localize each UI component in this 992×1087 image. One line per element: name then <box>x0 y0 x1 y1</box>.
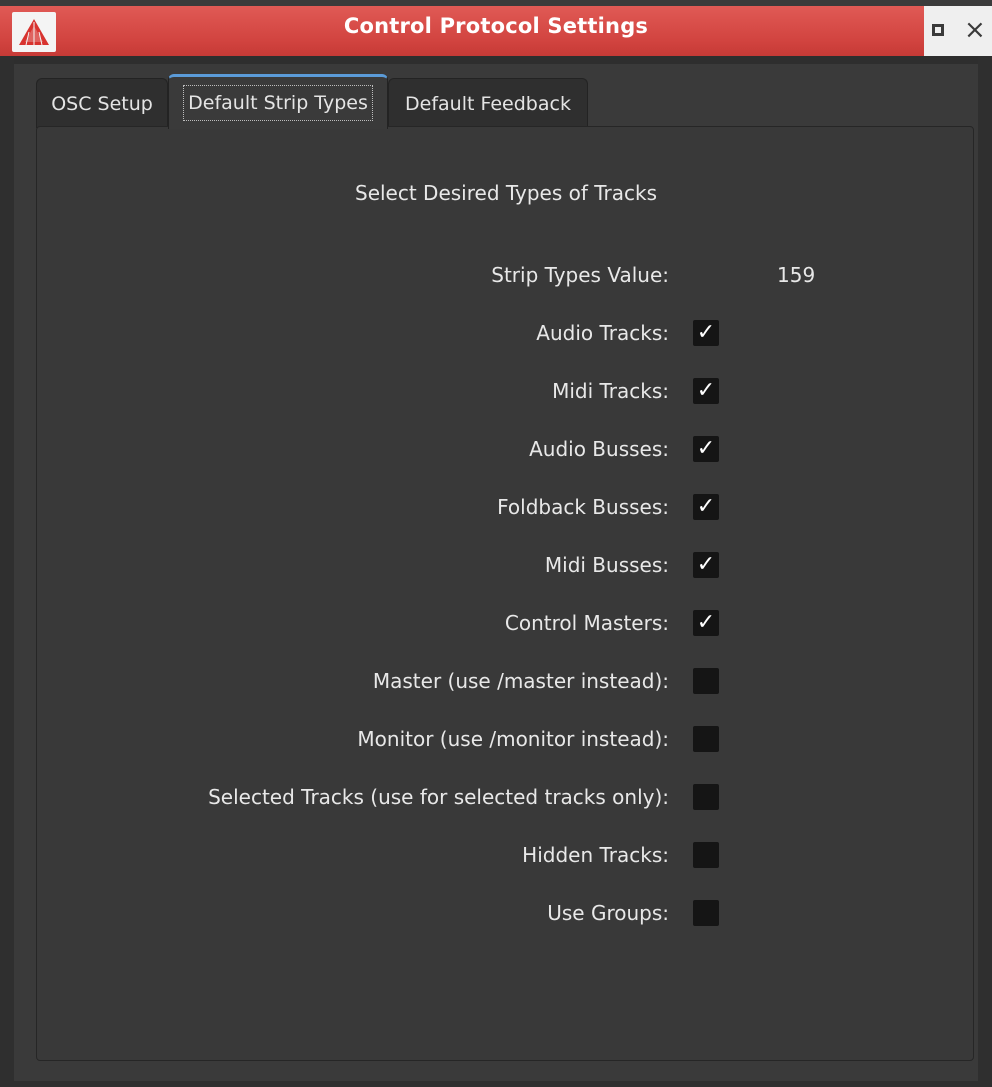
foldback-busses-checkbox[interactable]: ✓ <box>693 494 719 520</box>
close-icon[interactable]: × <box>964 16 986 44</box>
maximize-icon[interactable] <box>932 24 944 36</box>
control-masters-label: Control Masters: <box>504 611 669 635</box>
window-border-left <box>0 56 14 1087</box>
strip-types-value-label: Strip Types Value: <box>491 263 669 287</box>
midi-tracks-label: Midi Tracks: <box>552 379 669 403</box>
dialog-content: OSC Setup Default Feedback Select Desire… <box>14 64 978 1081</box>
selected-tracks-use-for-selected-tracks-only-label: Selected Tracks (use for selected tracks… <box>208 785 669 809</box>
control-masters-checkbox[interactable]: ✓ <box>693 610 719 636</box>
monitor-use-monitor-instead-checkbox[interactable] <box>693 726 719 752</box>
midi-busses-checkbox[interactable]: ✓ <box>693 552 719 578</box>
window-border-right <box>978 56 992 1087</box>
hidden-tracks-checkbox[interactable] <box>693 842 719 868</box>
master-use-master-instead-label: Master (use /master instead): <box>372 669 669 693</box>
title-bar[interactable]: Control Protocol Settings × <box>0 0 992 64</box>
monitor-use-monitor-instead-label: Monitor (use /monitor instead): <box>357 727 669 751</box>
audio-busses-label: Audio Busses: <box>529 437 669 461</box>
hidden-tracks-label: Hidden Tracks: <box>522 843 669 867</box>
foldback-busses-label: Foldback Busses: <box>497 495 669 519</box>
audio-tracks-label: Audio Tracks: <box>536 321 669 345</box>
audio-tracks-checkbox[interactable]: ✓ <box>693 320 719 346</box>
use-groups-checkbox[interactable] <box>693 900 719 926</box>
selected-tracks-use-for-selected-tracks-only-checkbox[interactable] <box>693 784 719 810</box>
tab-label: Default Feedback <box>405 92 571 115</box>
strip-types-panel: Select Desired Types of Tracks Strip Typ… <box>36 126 974 1061</box>
tab-label: Default Strip Types <box>183 85 373 121</box>
strip-types-value: 159 <box>777 263 816 287</box>
tab-default-feedback[interactable]: Default Feedback <box>388 78 588 128</box>
midi-tracks-checkbox[interactable]: ✓ <box>693 378 719 404</box>
master-use-master-instead-checkbox[interactable] <box>693 668 719 694</box>
midi-busses-label: Midi Busses: <box>544 553 669 577</box>
window-title: Control Protocol Settings <box>343 14 649 38</box>
tab-label: OSC Setup <box>51 92 153 115</box>
window-border-bottom <box>0 1081 992 1087</box>
audio-busses-checkbox[interactable]: ✓ <box>693 436 719 462</box>
tab-default-strip-types[interactable]: Default Strip Types <box>168 74 388 129</box>
use-groups-label: Use Groups: <box>547 901 669 925</box>
panel-heading: Select Desired Types of Tracks <box>355 181 657 205</box>
settings-window: Control Protocol Settings × OSC Setup De… <box>0 0 992 1087</box>
window-controls: × <box>924 6 992 56</box>
tab-osc-setup[interactable]: OSC Setup <box>36 78 168 128</box>
